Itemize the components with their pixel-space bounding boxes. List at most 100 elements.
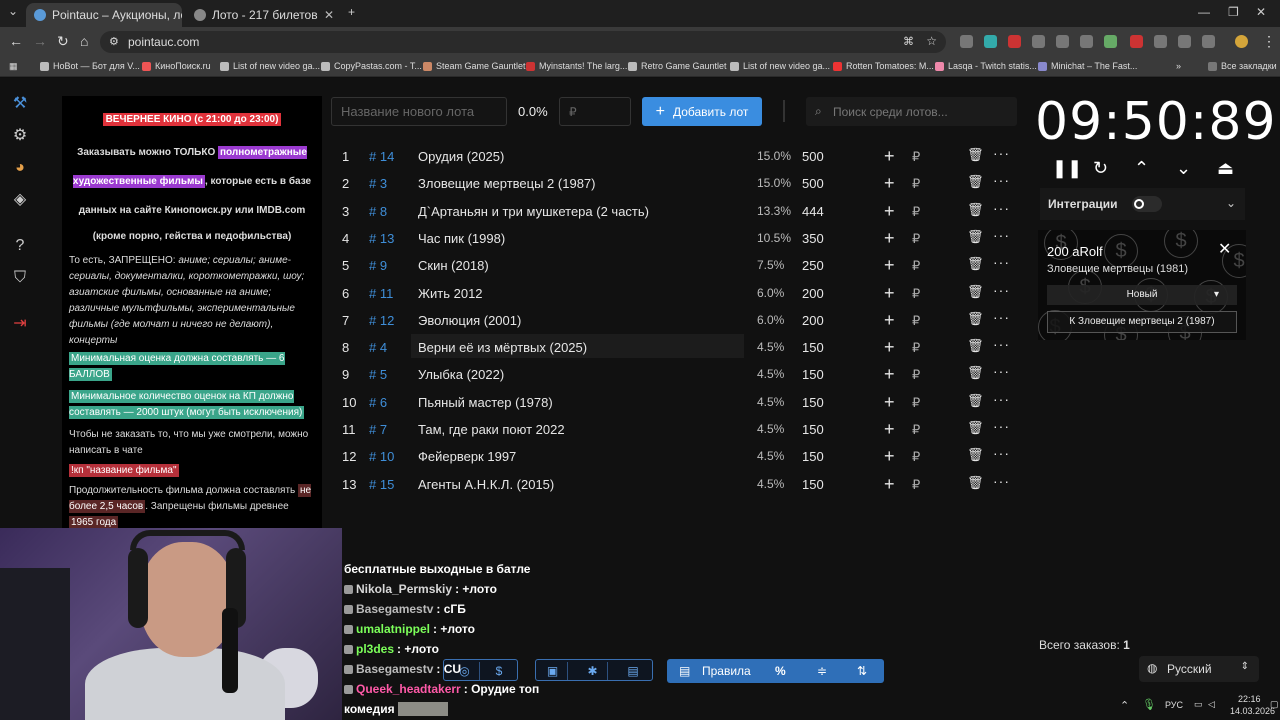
lot-amount[interactable]: 150 — [802, 367, 824, 382]
add-amount-icon[interactable]: + — [884, 228, 895, 249]
all-bookmarks[interactable]: Все закладки — [1208, 61, 1277, 71]
trash-icon[interactable]: 🗑 — [967, 365, 984, 381]
bookmark-item[interactable]: Retro Game Gauntlet — [628, 61, 727, 71]
lot-name[interactable]: Улыбка (2022) — [418, 367, 504, 382]
url-input[interactable]: ⚙ pointauc.com ⌘ ☆ — [100, 31, 946, 53]
lot-amount[interactable]: 200 — [802, 313, 824, 328]
lot-amount[interactable]: 500 — [802, 176, 824, 191]
sort-icon[interactable]: ⇅ — [857, 664, 867, 678]
lot-row[interactable]: 9 # 5 Улыбка (2022) 4.5% 150 + ₽ 🗑 ··· — [331, 360, 1017, 387]
lot-amount[interactable]: 200 — [802, 286, 824, 301]
lot-name[interactable]: Скин (2018) — [418, 258, 489, 273]
close-icon[interactable]: ✕ — [324, 8, 334, 22]
lot-amount[interactable]: 150 — [802, 395, 824, 410]
lot-row[interactable]: 12 # 10 Фейерверк 1997 4.5% 150 + ₽ 🗑 ··· — [331, 442, 1017, 469]
ruble-icon[interactable]: ₽ — [912, 176, 920, 192]
trash-icon[interactable]: 🗑 — [967, 174, 984, 190]
lot-name[interactable]: Жить 2012 — [418, 286, 483, 301]
forward-icon[interactable]: → — [33, 33, 47, 49]
translate-icon[interactable]: ⌘ — [903, 35, 914, 48]
trash-icon[interactable]: 🗑 — [967, 311, 984, 327]
ruble-icon[interactable]: ₽ — [912, 367, 920, 383]
add-amount-icon[interactable]: + — [884, 364, 895, 385]
bookmark-item[interactable]: HoBot — Бот для V... — [40, 61, 140, 71]
logout-icon[interactable]: ⇥ — [10, 314, 30, 334]
more-icon[interactable]: ··· — [993, 473, 1010, 489]
trash-icon[interactable]: 🗑 — [967, 256, 984, 272]
add-amount-icon[interactable]: + — [884, 146, 895, 167]
chevron-up-icon[interactable]: ⌃ — [1134, 158, 1149, 179]
extensions-puzzle-icon[interactable] — [1202, 35, 1215, 48]
chevron-down-icon[interactable]: ⌄ — [1226, 196, 1236, 210]
add-amount-icon[interactable]: + — [884, 446, 895, 467]
site-info-icon[interactable]: ⚙ — [109, 35, 119, 48]
more-icon[interactable]: ··· — [993, 172, 1010, 188]
notification-icon[interactable]: ▢ — [1270, 699, 1279, 710]
home-icon[interactable]: ⌂ — [80, 33, 88, 49]
wheel-icon[interactable]: ◕ — [10, 158, 30, 178]
ruble-icon[interactable]: ₽ — [912, 422, 920, 438]
ruble-icon[interactable]: ₽ — [912, 449, 920, 465]
bookmark-item[interactable]: Lasqa - Twitch statis... — [935, 61, 1037, 71]
assign-lot-button[interactable]: К Зловещие мертвецы 2 (1987) — [1047, 311, 1237, 333]
extension-icon[interactable] — [1178, 35, 1191, 48]
bookmark-star-icon[interactable]: ☆ — [926, 34, 937, 48]
lot-name[interactable]: Верни её из мёртвых (2025) — [418, 340, 587, 355]
amount-input[interactable]: ₽ — [559, 97, 631, 126]
bookmark-item[interactable]: Minichat – The Fast... — [1038, 61, 1137, 71]
lot-name[interactable]: Там, где раки поют 2022 — [418, 422, 565, 437]
bookmark-item[interactable]: Rotten Tomatoes: M... — [833, 61, 934, 71]
trash-icon[interactable]: 🗑 — [967, 393, 984, 409]
more-icon[interactable]: ··· — [993, 145, 1010, 161]
lot-name[interactable]: Орудия (2025) — [418, 149, 504, 164]
lot-id-link[interactable]: # 7 — [369, 422, 387, 437]
window-close-icon[interactable]: ✕ — [1256, 5, 1266, 19]
bookmarks-overflow-icon[interactable]: » — [1176, 61, 1181, 71]
lot-row[interactable]: 4 # 13 Час пик (1998) 10.5% 350 + ₽ 🗑 ··· — [331, 224, 1017, 251]
lot-name[interactable]: Зловещие мертвецы 2 (1987) — [418, 176, 595, 191]
lot-amount[interactable]: 250 — [802, 258, 824, 273]
trash-icon[interactable]: 🗑 — [967, 229, 984, 245]
auction-hammer-icon[interactable]: ⚒ — [10, 94, 30, 114]
extension-icon[interactable] — [1080, 35, 1093, 48]
minimize-icon[interactable]: — — [1198, 5, 1210, 19]
lot-row[interactable]: 5 # 9 Скин (2018) 7.5% 250 + ₽ 🗑 ··· — [331, 251, 1017, 278]
lot-amount[interactable]: 150 — [802, 422, 824, 437]
more-icon[interactable]: ··· — [993, 282, 1010, 298]
menu-dots-icon[interactable]: ⋮ — [1262, 33, 1276, 50]
shield-icon[interactable]: ⛉ — [10, 268, 30, 288]
lot-id-link[interactable]: # 4 — [369, 340, 387, 355]
tab-pointauc[interactable]: Pointauc – Аукционы, лотере ✕ — [26, 3, 182, 27]
lot-name[interactable]: Час пик (1998) — [418, 231, 505, 246]
lot-amount[interactable]: 350 — [802, 231, 824, 246]
more-icon[interactable]: ··· — [993, 227, 1010, 243]
lot-row[interactable]: 10 # 6 Пьяный мастер (1978) 4.5% 150 + ₽ 🗑 ··· — [331, 388, 1017, 415]
trash-icon[interactable]: 🗑 — [967, 475, 984, 491]
more-icon[interactable]: ··· — [993, 336, 1010, 352]
more-icon[interactable]: ··· — [993, 254, 1010, 270]
tab-loto[interactable]: Лото - 217 билетов ✕ — [186, 3, 342, 27]
lot-id-link[interactable]: # 12 — [369, 313, 394, 328]
chevron-down-icon[interactable]: ⌄ — [1176, 158, 1191, 179]
split-icon[interactable]: ≑ — [817, 664, 827, 678]
lot-id-link[interactable]: # 6 — [369, 395, 387, 410]
lot-row[interactable]: 13 # 15 Агенты А.Н.К.Л. (2015) 4.5% 150 + ₽ 🗑 ··… — [331, 470, 1017, 497]
ruble-icon[interactable]: ₽ — [912, 149, 920, 165]
trash-icon[interactable]: 🗑 — [967, 420, 984, 436]
add-amount-icon[interactable]: + — [884, 283, 895, 304]
lot-amount[interactable]: 150 — [802, 340, 824, 355]
extension-icon[interactable] — [1032, 35, 1045, 48]
layers-icon[interactable]: ◈ — [10, 190, 30, 210]
gear-icon[interactable]: ⚙ — [10, 126, 30, 146]
lot-id-link[interactable]: # 8 — [369, 204, 387, 219]
trash-icon[interactable]: 🗑 — [967, 338, 984, 354]
lot-row[interactable]: 7 # 12 Эволюция (2001) 6.0% 200 + ₽ 🗑 ··· — [331, 306, 1017, 333]
lot-name[interactable]: Агенты А.Н.К.Л. (2015) — [418, 477, 554, 492]
add-amount-icon[interactable]: + — [884, 310, 895, 331]
lot-row[interactable]: 2 # 3 Зловещие мертвецы 2 (1987) 15.0% 500 + ₽… — [331, 169, 1017, 196]
ruble-icon[interactable]: ₽ — [912, 313, 920, 329]
lot-id-link[interactable]: # 13 — [369, 231, 394, 246]
ruble-icon[interactable]: ₽ — [912, 231, 920, 247]
lot-name[interactable]: Эволюция (2001) — [418, 313, 521, 328]
more-icon[interactable]: ··· — [993, 309, 1010, 325]
